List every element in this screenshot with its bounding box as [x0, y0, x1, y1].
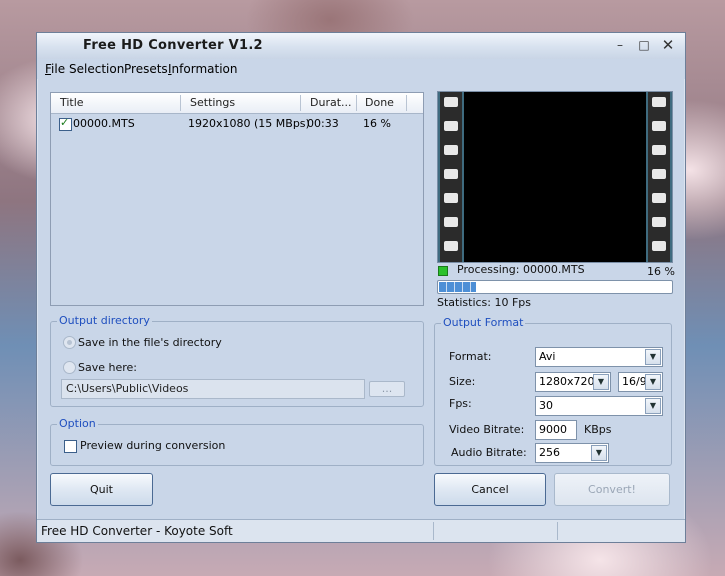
option-legend: Option	[57, 417, 98, 430]
chevron-down-icon[interactable]: ▼	[645, 398, 661, 414]
close-icon[interactable]: ✕	[659, 37, 677, 53]
video-bitrate-unit: KBps	[584, 423, 612, 436]
file-list-header: Title Settings Durat... Done	[51, 93, 423, 114]
minimize-icon[interactable]: –	[611, 37, 629, 53]
film-hole	[444, 121, 458, 131]
column-divider[interactable]	[406, 95, 407, 111]
save-here-label: Save here:	[78, 361, 137, 374]
progress-fill	[439, 282, 477, 292]
film-strip-right	[648, 92, 670, 262]
menu-presets[interactable]: Presets	[124, 62, 168, 76]
status-divider	[433, 522, 434, 540]
output-directory-legend: Output directory	[57, 314, 152, 327]
film-hole	[652, 241, 666, 251]
row-done: 16 %	[363, 117, 391, 130]
film-hole	[444, 241, 458, 251]
film-hole	[444, 97, 458, 107]
film-hole	[652, 193, 666, 203]
fps-label: Fps:	[449, 397, 472, 410]
column-settings[interactable]: Settings	[190, 96, 235, 109]
audio-bitrate-select[interactable]: 256 ▼	[535, 443, 609, 463]
menu-bar: File Selection Presets Information	[37, 59, 685, 79]
chevron-down-icon[interactable]: ▼	[591, 445, 607, 461]
film-hole	[652, 121, 666, 131]
save-here-radio[interactable]	[63, 361, 76, 374]
fps-select[interactable]: 30 ▼	[535, 396, 663, 416]
preview-screen	[464, 92, 646, 262]
column-divider[interactable]	[356, 95, 357, 111]
film-hole	[652, 217, 666, 227]
client-area: Title Settings Durat... Done 00000.MTS 1…	[37, 79, 685, 517]
chevron-down-icon[interactable]: ▼	[593, 374, 609, 390]
window-title: Free HD Converter V1.2	[83, 38, 263, 53]
video-preview	[437, 91, 673, 263]
chevron-down-icon[interactable]: ▼	[645, 374, 661, 390]
aspect-value: 16/9	[622, 375, 647, 388]
quit-button[interactable]: Quit	[50, 473, 153, 506]
save-in-file-directory-radio[interactable]	[63, 336, 76, 349]
menu-information-label: nformation	[171, 62, 238, 76]
video-bitrate-label: Video Bitrate:	[449, 423, 525, 436]
output-directory-group: Output directory Save in the file's dire…	[50, 314, 424, 407]
film-hole	[444, 169, 458, 179]
status-divider	[557, 522, 558, 540]
film-strip-left	[440, 92, 462, 262]
option-group: Option Preview during conversion	[50, 417, 424, 466]
maximize-icon[interactable]: □	[635, 37, 653, 53]
browse-button[interactable]: ...	[369, 381, 405, 397]
status-bar: Free HD Converter - Koyote Soft	[37, 519, 685, 542]
size-value: 1280x720	[539, 375, 595, 388]
chevron-down-icon[interactable]: ▼	[645, 349, 661, 365]
menu-file-label: ile	[51, 62, 66, 76]
save-in-file-directory-label: Save in the file's directory	[78, 336, 222, 349]
row-duration: 00:33	[307, 117, 339, 130]
format-value: Avi	[539, 350, 556, 363]
column-done[interactable]: Done	[365, 96, 394, 109]
preview-checkbox[interactable]	[64, 440, 77, 453]
menu-information[interactable]: Information	[168, 62, 237, 76]
row-checkbox[interactable]	[59, 116, 72, 131]
film-hole	[652, 97, 666, 107]
status-text: Free HD Converter - Koyote Soft	[41, 524, 233, 538]
film-hole	[652, 169, 666, 179]
convert-button[interactable]: Convert!	[554, 473, 670, 506]
aspect-select[interactable]: 16/9 ▼	[618, 372, 663, 392]
film-hole	[652, 145, 666, 155]
output-format-legend: Output Format	[441, 316, 526, 329]
app-window: Free HD Converter V1.2 – □ ✕ File Select…	[36, 32, 686, 543]
processing-percent: 16 %	[647, 265, 675, 278]
menu-file[interactable]: File	[45, 62, 65, 76]
format-label: Format:	[449, 350, 492, 363]
film-hole	[444, 145, 458, 155]
format-select[interactable]: Avi ▼	[535, 347, 663, 367]
film-hole	[444, 217, 458, 227]
row-title: 00000.MTS	[73, 117, 135, 130]
output-path-field[interactable]: C:\Users\Public\Videos	[61, 379, 365, 399]
title-bar[interactable]: Free HD Converter V1.2 – □ ✕	[37, 33, 685, 59]
column-divider[interactable]	[180, 95, 181, 111]
cancel-button[interactable]: Cancel	[434, 473, 546, 506]
table-row[interactable]: 00000.MTS 1920x1080 (15 MBps) 00:33 16 %	[51, 115, 423, 133]
audio-bitrate-value: 256	[539, 446, 560, 459]
statistics-label: Statistics: 10 Fps	[437, 296, 532, 309]
menu-selection[interactable]: Selection	[69, 62, 124, 76]
audio-bitrate-label: Audio Bitrate:	[451, 446, 527, 459]
row-settings: 1920x1080 (15 MBps)	[188, 117, 310, 130]
preview-label: Preview during conversion	[80, 439, 226, 452]
processing-status-icon	[438, 266, 448, 276]
progress-bar	[437, 280, 673, 294]
video-bitrate-value: 9000	[539, 423, 567, 436]
fps-value: 30	[539, 399, 553, 412]
processing-label: Processing: 00000.MTS	[457, 263, 585, 276]
size-label: Size:	[449, 375, 476, 388]
film-hole	[444, 193, 458, 203]
column-title[interactable]: Title	[60, 96, 84, 109]
size-select[interactable]: 1280x720 ▼	[535, 372, 611, 392]
output-format-group: Output Format Format: Avi ▼ Size: 1280x7…	[434, 316, 672, 466]
column-duration[interactable]: Durat...	[310, 96, 352, 109]
file-list[interactable]: Title Settings Durat... Done 00000.MTS 1…	[50, 92, 424, 306]
video-bitrate-input[interactable]: 9000	[535, 420, 577, 440]
column-divider[interactable]	[300, 95, 301, 111]
